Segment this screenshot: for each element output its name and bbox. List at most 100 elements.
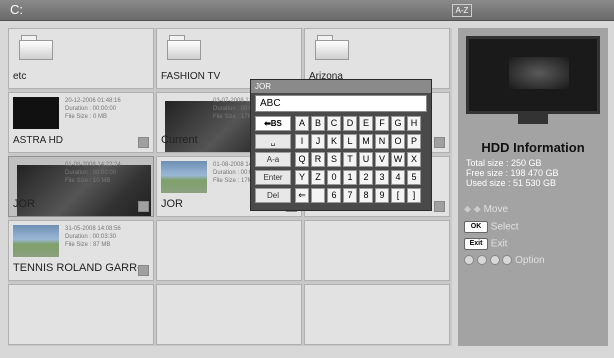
select-checkbox[interactable] bbox=[138, 137, 149, 148]
select-checkbox[interactable] bbox=[138, 265, 149, 276]
help-exit-label: Exit bbox=[490, 238, 508, 250]
key[interactable]: N bbox=[375, 134, 389, 149]
recording-meta: 03-07-2008 12: Duration : 00:0 File Size :… bbox=[213, 98, 254, 120]
recording-name: JOR bbox=[13, 198, 35, 210]
color-key-icon bbox=[476, 255, 487, 266]
help-legend: ⬥ ⬥ Move OK Select Exit Exit Option bbox=[464, 204, 545, 272]
backspace-key[interactable]: ⬅BS bbox=[255, 116, 291, 131]
key[interactable]: E bbox=[359, 116, 373, 131]
key[interactable]: R bbox=[311, 152, 325, 167]
tv-preview bbox=[466, 36, 600, 126]
key[interactable]: 5 bbox=[407, 170, 421, 185]
key[interactable]: H bbox=[407, 116, 421, 131]
key[interactable]: A bbox=[295, 116, 309, 131]
help-option-label: Option bbox=[515, 255, 545, 266]
key[interactable]: X bbox=[407, 152, 421, 167]
key[interactable]: P bbox=[407, 134, 421, 149]
help-exit: Exit Exit bbox=[464, 238, 545, 255]
recording-thumbnail bbox=[161, 161, 207, 193]
arrow-left-icon: ⬅ bbox=[264, 119, 271, 128]
grid-cell-empty bbox=[156, 284, 302, 345]
key[interactable]: Z bbox=[311, 170, 325, 185]
color-key-icon bbox=[489, 255, 500, 266]
key[interactable]: 2 bbox=[359, 170, 373, 185]
case-toggle-key[interactable]: A-a bbox=[255, 152, 291, 167]
key[interactable]: J bbox=[311, 134, 325, 149]
space-key[interactable]: ␣ bbox=[255, 134, 291, 149]
key[interactable]: ] bbox=[407, 188, 421, 203]
key[interactable]: F bbox=[375, 116, 389, 131]
grid-cell-empty bbox=[304, 284, 450, 345]
color-key-icon bbox=[464, 255, 474, 266]
help-move: ⬥ ⬥ Move bbox=[464, 204, 545, 221]
ok-button-icon: OK bbox=[464, 221, 488, 233]
key[interactable]: 9 bbox=[375, 188, 389, 203]
folder-icon bbox=[315, 35, 349, 60]
key[interactable]: U bbox=[359, 152, 373, 167]
grid-cell-empty bbox=[8, 284, 154, 345]
hdd-free: Free size : 198 470 GB bbox=[466, 168, 559, 178]
select-checkbox[interactable] bbox=[434, 137, 445, 148]
key[interactable]: Y bbox=[295, 170, 309, 185]
key[interactable]: C bbox=[327, 116, 341, 131]
key[interactable]: M bbox=[359, 134, 373, 149]
key[interactable]: G bbox=[391, 116, 405, 131]
recording-thumbnail bbox=[13, 225, 59, 257]
select-checkbox[interactable] bbox=[138, 201, 149, 212]
hdd-stats: Total size : 250 GB Free size : 198 470 … bbox=[466, 158, 559, 188]
title-bar: C: A-Z bbox=[0, 0, 614, 21]
key[interactable]: 4 bbox=[391, 170, 405, 185]
help-select-label: Select bbox=[490, 221, 519, 233]
updown-arrow-icon: ⬥ ⬥ bbox=[464, 204, 481, 215]
hdd-used: Used size : 51 530 GB bbox=[466, 178, 557, 188]
help-move-label: Move bbox=[483, 204, 509, 216]
sort-az-icon[interactable]: A-Z bbox=[452, 4, 472, 17]
recording-meta: 01-08-2008 14:22:24 Duration : 00:00:00 Fi… bbox=[65, 162, 121, 184]
key[interactable]: K bbox=[327, 134, 341, 149]
help-select: OK Select bbox=[464, 221, 545, 238]
folder-icon bbox=[19, 35, 53, 60]
key[interactable]: [ bbox=[391, 188, 405, 203]
virtual-keyboard: JOR ABC ⬅BS A B C D E F G H ␣ I J K L M … bbox=[250, 79, 432, 211]
key[interactable]: S bbox=[327, 152, 341, 167]
key[interactable] bbox=[311, 188, 325, 203]
recording-item[interactable]: 31-05-2008 14:08:56 Duration : 00:03:30 Fi… bbox=[8, 220, 154, 281]
key[interactable]: B bbox=[311, 116, 325, 131]
folder-name: FASHION TV bbox=[161, 71, 221, 82]
rename-input[interactable]: ABC bbox=[255, 95, 427, 112]
key[interactable]: 6 bbox=[327, 188, 341, 203]
recording-thumbnail bbox=[13, 97, 59, 129]
folder-name: etc bbox=[13, 71, 27, 82]
key[interactable]: 0 bbox=[327, 170, 341, 185]
recording-name: Current bbox=[161, 134, 198, 146]
key[interactable]: 3 bbox=[375, 170, 389, 185]
key[interactable]: D bbox=[343, 116, 357, 131]
key[interactable]: T bbox=[343, 152, 357, 167]
help-option: Option bbox=[464, 255, 545, 272]
color-key-icon bbox=[502, 255, 513, 266]
select-checkbox[interactable] bbox=[434, 201, 445, 212]
key[interactable]: 8 bbox=[359, 188, 373, 203]
folder-item[interactable]: etc bbox=[8, 28, 154, 89]
key[interactable]: 1 bbox=[343, 170, 357, 185]
key[interactable]: I bbox=[295, 134, 309, 149]
key[interactable]: L bbox=[343, 134, 357, 149]
enter-key[interactable]: Enter bbox=[255, 170, 291, 185]
keyboard-title: JOR bbox=[251, 80, 431, 93]
key[interactable]: 7 bbox=[343, 188, 357, 203]
folder-icon bbox=[167, 35, 201, 60]
back-arrow-key[interactable]: ⇐ bbox=[295, 188, 309, 203]
delete-key[interactable]: Del bbox=[255, 188, 291, 203]
key[interactable]: O bbox=[391, 134, 405, 149]
exit-button-icon: Exit bbox=[464, 238, 488, 250]
key[interactable]: Q bbox=[295, 152, 309, 167]
grid-cell-empty bbox=[304, 220, 450, 281]
recording-meta: 01-08-2008 14: Duration : 00:0 File Size :… bbox=[213, 162, 254, 184]
recording-item[interactable]: 01-08-2008 14:22:24 Duration : 00:00:00 Fi… bbox=[8, 156, 154, 217]
recording-name: JOR bbox=[161, 198, 183, 210]
hdd-info-panel: HDD Information Total size : 250 GB Free… bbox=[458, 28, 608, 346]
recording-name: TENNIS ROLAND GARR- bbox=[13, 262, 141, 274]
key[interactable]: W bbox=[391, 152, 405, 167]
key[interactable]: V bbox=[375, 152, 389, 167]
recording-item[interactable]: 20-12-2006 01:48:16 Duration : 00:00:00 Fi… bbox=[8, 92, 154, 153]
